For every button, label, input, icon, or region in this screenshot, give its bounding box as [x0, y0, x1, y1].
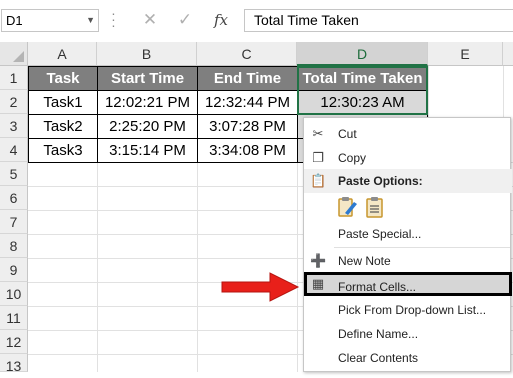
- cell-b4[interactable]: 3:15:14 PM: [97, 138, 198, 163]
- column-header-f-partial[interactable]: [503, 42, 513, 66]
- cell-d2[interactable]: 12:30:23 AM: [297, 90, 428, 115]
- formula-input[interactable]: Total Time Taken: [244, 9, 513, 32]
- clipboard-icon: 📋: [310, 173, 327, 188]
- cell-c1[interactable]: End Time: [197, 66, 298, 91]
- menu-item-copy[interactable]: ❐ Copy: [304, 146, 512, 170]
- red-arrow-annotation: [221, 272, 300, 302]
- chevron-down-icon[interactable]: ▼: [86, 10, 95, 31]
- column-header-d[interactable]: D: [297, 42, 428, 66]
- insert-function-button[interactable]: fx: [206, 8, 236, 32]
- row-header-7[interactable]: 7: [0, 210, 28, 234]
- new-note-icon: ➕: [310, 253, 327, 268]
- row-header-4[interactable]: 4: [0, 138, 28, 162]
- name-box-value: D1: [6, 13, 23, 28]
- cell-d1[interactable]: Total Time Taken: [297, 66, 428, 91]
- menu-item-format-cells[interactable]: ▦ Format Cells...: [304, 272, 512, 296]
- row-header-2[interactable]: 2: [0, 90, 28, 114]
- scissors-icon: ✂: [312, 126, 324, 141]
- menu-item-clear-contents[interactable]: Clear Contents: [304, 346, 512, 370]
- menu-separator: [334, 247, 510, 248]
- select-all-button[interactable]: [0, 42, 28, 66]
- copy-icon: ❐: [312, 150, 324, 165]
- cell-b2[interactable]: 12:02:21 PM: [97, 90, 198, 115]
- row-header-6[interactable]: 6: [0, 186, 28, 210]
- formula-bar: D1 ▼ · · · ✕ ✓ fx Total Time Taken: [0, 0, 513, 42]
- paste-keep-formatting-icon[interactable]: [336, 195, 358, 219]
- column-header-b[interactable]: B: [97, 42, 197, 66]
- cell-a4[interactable]: Task3: [28, 138, 98, 163]
- cell-c4[interactable]: 3:34:08 PM: [197, 138, 298, 163]
- column-header-c[interactable]: C: [197, 42, 297, 66]
- row-header-9[interactable]: 9: [0, 258, 28, 282]
- menu-item-cut[interactable]: ✂ Cut: [304, 122, 512, 146]
- paste-values-icon[interactable]: [364, 195, 386, 219]
- cancel-icon[interactable]: ✕: [135, 8, 165, 32]
- cell-b3[interactable]: 2:25:20 PM: [97, 114, 198, 139]
- paste-options-header: 📋 Paste Options:: [304, 169, 512, 193]
- row-header-11[interactable]: 11: [0, 306, 28, 330]
- menu-item-pick-dropdown-label: Pick From Drop-down List...: [338, 303, 487, 317]
- row-header-13[interactable]: 13: [0, 354, 28, 374]
- cell-c3[interactable]: 3:07:28 PM: [197, 114, 298, 139]
- cell-c2[interactable]: 12:32:44 PM: [197, 90, 298, 115]
- format-cells-icon: ▦: [311, 276, 325, 291]
- menu-item-pick-dropdown[interactable]: Pick From Drop-down List...: [304, 298, 512, 322]
- enter-icon[interactable]: ✓: [170, 8, 200, 32]
- context-menu: ✂ Cut ❐ Copy 📋 Paste Options: Paste Spec…: [303, 117, 512, 372]
- menu-item-clear-contents-label: Clear Contents: [338, 351, 419, 365]
- menu-item-paste-special-label: Paste Special...: [338, 227, 422, 241]
- row-header-5[interactable]: 5: [0, 162, 28, 186]
- menu-item-new-note[interactable]: ➕ New Note: [304, 249, 512, 273]
- menu-item-define-name[interactable]: Define Name...: [304, 322, 512, 346]
- row-header-3[interactable]: 3: [0, 114, 28, 138]
- paste-options-label: Paste Options:: [338, 174, 423, 188]
- row-header-12[interactable]: 12: [0, 330, 28, 354]
- row-header-8[interactable]: 8: [0, 234, 28, 258]
- drag-handle-icon[interactable]: · · ·: [111, 6, 116, 32]
- cell-a2[interactable]: Task1: [28, 90, 98, 115]
- menu-item-paste-special[interactable]: Paste Special...: [304, 222, 512, 246]
- row-header-1[interactable]: 1: [0, 66, 28, 90]
- column-header-e[interactable]: E: [428, 42, 503, 66]
- column-header-a[interactable]: A: [28, 42, 97, 66]
- cell-b1[interactable]: Start Time: [97, 66, 198, 91]
- menu-item-format-cells-label: Format Cells...: [338, 280, 417, 294]
- menu-item-define-name-label: Define Name...: [338, 327, 419, 341]
- menu-item-copy-label: Copy: [338, 151, 367, 165]
- cell-a3[interactable]: Task2: [28, 114, 98, 139]
- menu-item-cut-label: Cut: [338, 127, 357, 141]
- menu-item-new-note-label: New Note: [338, 254, 391, 268]
- row-header-10[interactable]: 10: [0, 282, 28, 306]
- cell-a1[interactable]: Task: [28, 66, 98, 91]
- name-box[interactable]: D1 ▼: [1, 9, 99, 32]
